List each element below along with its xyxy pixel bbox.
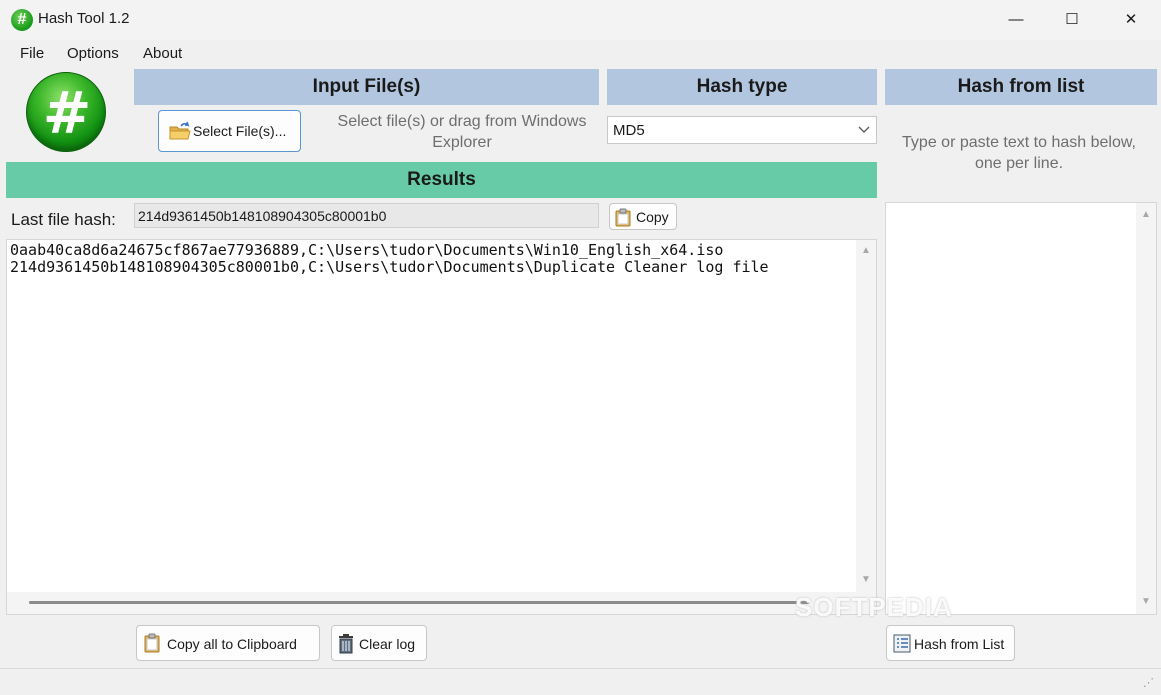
close-button[interactable]: ✕ (1102, 0, 1160, 40)
hash-from-list-button[interactable]: Hash from List (886, 625, 1015, 661)
logo-hash-glyph: # (42, 79, 92, 147)
menu-options[interactable]: Options (67, 45, 119, 62)
hash-type-select[interactable]: MD5 (607, 116, 877, 144)
trash-icon (339, 634, 353, 654)
menu-about[interactable]: About (143, 45, 182, 62)
scroll-down-arrow-icon[interactable]: ▼ (1141, 596, 1151, 607)
select-files-label: Select File(s)... (193, 123, 287, 139)
log-line: 0aab40ca8d6a24675cf867ae77936889,C:\User… (10, 241, 724, 259)
hash-type-header: Hash type (607, 69, 877, 105)
copy-hash-button[interactable]: Copy (609, 203, 677, 230)
folder-open-icon (169, 121, 191, 140)
menu-file[interactable]: File (20, 45, 44, 62)
horizontal-scroll-thumb[interactable] (29, 601, 809, 604)
copy-all-label: Copy all to Clipboard (167, 636, 297, 652)
input-files-header: Input File(s) (134, 69, 599, 105)
results-horizontal-scrollbar[interactable] (7, 592, 876, 614)
app-logo-icon: # (26, 72, 106, 152)
clear-log-label: Clear log (359, 636, 416, 652)
scroll-down-arrow-icon[interactable]: ▼ (861, 574, 871, 585)
clipboard-icon (615, 208, 631, 227)
scroll-up-arrow-icon[interactable]: ▲ (1141, 209, 1151, 220)
hash-list-hint: Type or paste text to hash below, one pe… (902, 134, 1136, 172)
hash-type-value: MD5 (613, 122, 645, 139)
copy-all-button[interactable]: Copy all to Clipboard (136, 625, 320, 661)
hash-logo-icon: # (11, 9, 33, 31)
input-hint: Select file(s) or drag from Windows Expl… (337, 113, 587, 151)
softpedia-watermark: SOFTPEDIA (795, 592, 953, 622)
last-hash-label: Last file hash: (11, 210, 116, 229)
results-log[interactable]: 0aab40ca8d6a24675cf867ae77936889,C:\User… (6, 239, 877, 615)
list-icon (893, 634, 911, 653)
select-files-button[interactable]: Select File(s)... (158, 110, 301, 152)
status-bar (0, 668, 1161, 695)
clear-log-button[interactable]: Clear log (331, 625, 427, 661)
log-line: 214d9361450b148108904305c80001b0,C:\User… (10, 259, 769, 276)
hash-list-scrollbar[interactable]: ▲ ▼ (1136, 203, 1156, 614)
window-title: Hash Tool 1.2 (38, 10, 130, 27)
chevron-down-icon (858, 126, 870, 133)
hash-from-list-label: Hash from List (914, 636, 1005, 652)
copy-hash-label: Copy (636, 209, 669, 225)
results-vertical-scrollbar[interactable]: ▲ ▼ (856, 240, 876, 592)
hash-from-list-header: Hash from list (885, 69, 1157, 105)
clipboard-icon (144, 633, 160, 653)
maximize-button[interactable]: ☐ (1043, 0, 1101, 40)
results-header: Results (6, 162, 877, 198)
minimize-button[interactable]: — (987, 0, 1045, 40)
resize-grip-icon[interactable]: ⋰ (1143, 676, 1154, 689)
hash-list-textarea[interactable]: ▲ ▼ (885, 202, 1157, 615)
last-hash-field[interactable]: 214d9361450b148108904305c80001b0 (134, 203, 599, 228)
scroll-up-arrow-icon[interactable]: ▲ (861, 245, 871, 256)
